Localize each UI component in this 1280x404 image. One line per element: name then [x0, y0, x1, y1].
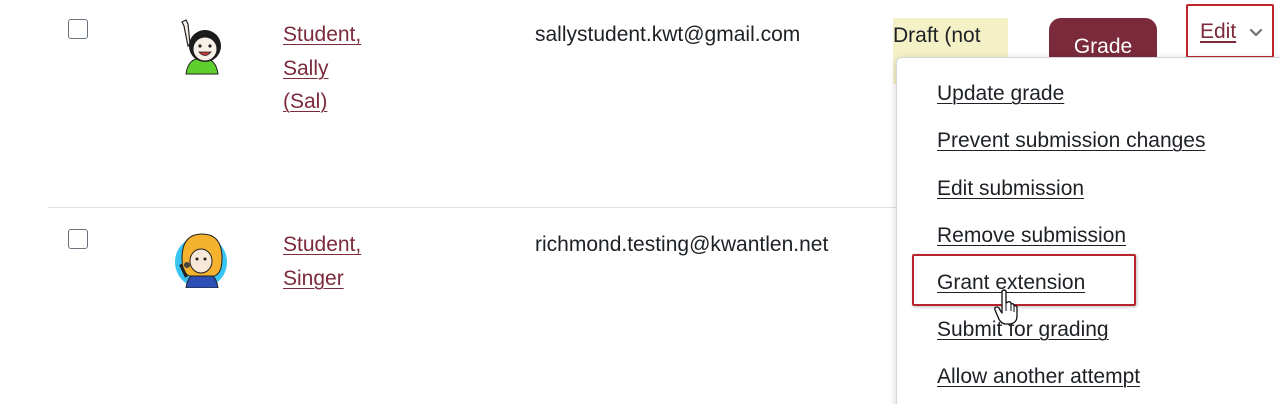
user-name-link[interactable]: Student, Sally (Sal) — [283, 18, 361, 119]
hand-pointer-icon — [994, 289, 1018, 325]
user-avatar-singer — [175, 233, 227, 288]
user-name-part: Singer — [283, 266, 344, 290]
menu-item-update-grade[interactable]: Update grade — [937, 82, 1064, 106]
user-name-part: Student, — [283, 233, 362, 256]
user-avatar-sally — [181, 19, 221, 75]
user-email: richmond.testing@kwantlen.net — [535, 233, 829, 256]
user-name-link[interactable]: Student, Singer — [283, 228, 361, 295]
user-name-part: (Sal) — [283, 90, 328, 113]
menu-item-remove-submission[interactable]: Remove submission — [937, 224, 1126, 248]
status-text: Draft (not — [893, 24, 981, 47]
menu-item-prevent-submission-changes[interactable]: Prevent submission changes — [937, 129, 1205, 153]
chevron-down-icon — [1249, 28, 1263, 37]
user-name-part: Sally — [283, 56, 329, 80]
select-row-checkbox[interactable] — [68, 19, 88, 39]
menu-item-edit-submission[interactable]: Edit submission — [937, 177, 1084, 201]
user-email: sallystudent.kwt@gmail.com — [535, 23, 801, 46]
select-row-checkbox[interactable] — [68, 229, 88, 249]
edit-menu-toggle[interactable]: Edit — [1186, 4, 1274, 58]
edit-label: Edit — [1200, 20, 1237, 43]
user-name-part: Student, — [283, 23, 362, 46]
menu-item-allow-another-attempt[interactable]: Allow another attempt — [937, 365, 1140, 389]
menu-item-submit-for-grading[interactable]: Submit for grading — [937, 318, 1109, 342]
submissions-table: Student, Sally (Sal) sallystudent.kwt@gm… — [0, 0, 1280, 404]
edit-dropdown-menu: Update grade Prevent submission changes … — [896, 57, 1280, 404]
